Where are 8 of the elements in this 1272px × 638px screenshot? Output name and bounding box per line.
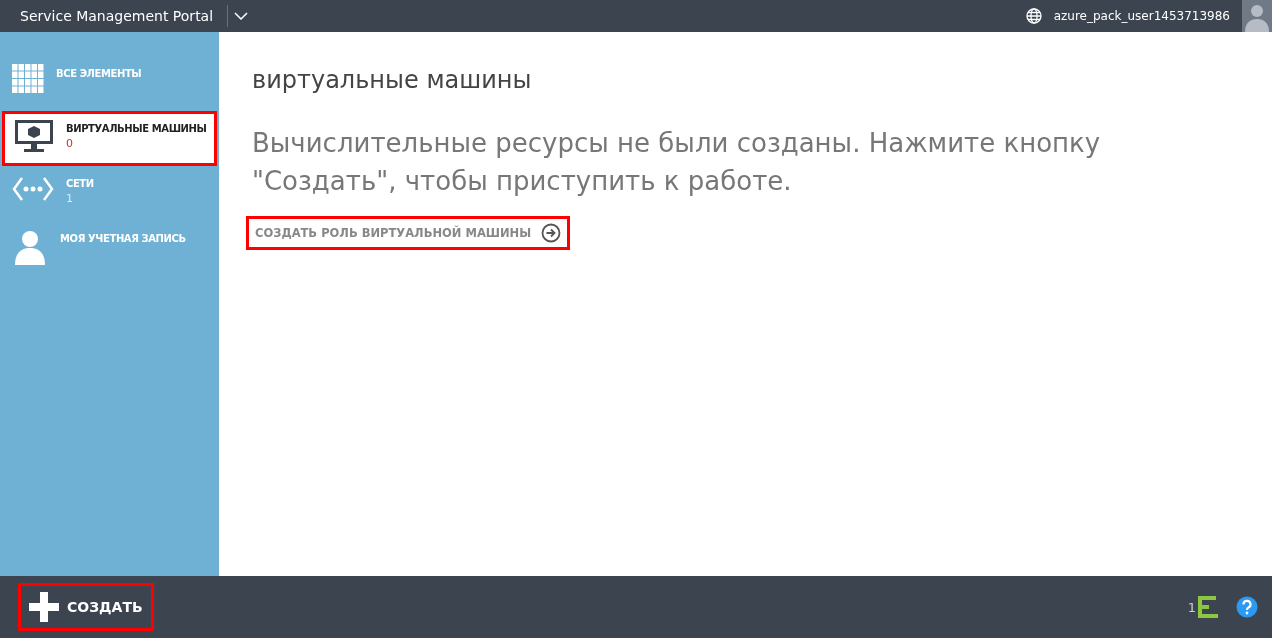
sidebar-item[interactable]: ВИРТУАЛЬНЫЕ МАШИНЫ 0 — [2, 111, 217, 166]
user-name[interactable]: azure_pack_user1453713986 — [1053, 9, 1230, 23]
notification-count[interactable]: 1 — [1187, 599, 1196, 615]
portal-title: Service Management Portal — [19, 8, 215, 24]
create-button[interactable]: СОЗДАТЬ — [18, 583, 154, 631]
empty-message: Вычислительные ресурсы не были созданы. Нажмите кнопку "Создать", чтобы приступить к работе. — [252, 127, 1102, 198]
create-role-link[interactable]: СОЗДАТЬ РОЛЬ ВИРТУАЛЬНОЙ МАШИНЫ — [246, 216, 571, 250]
page-title: виртуальные машины — [252, 66, 533, 94]
